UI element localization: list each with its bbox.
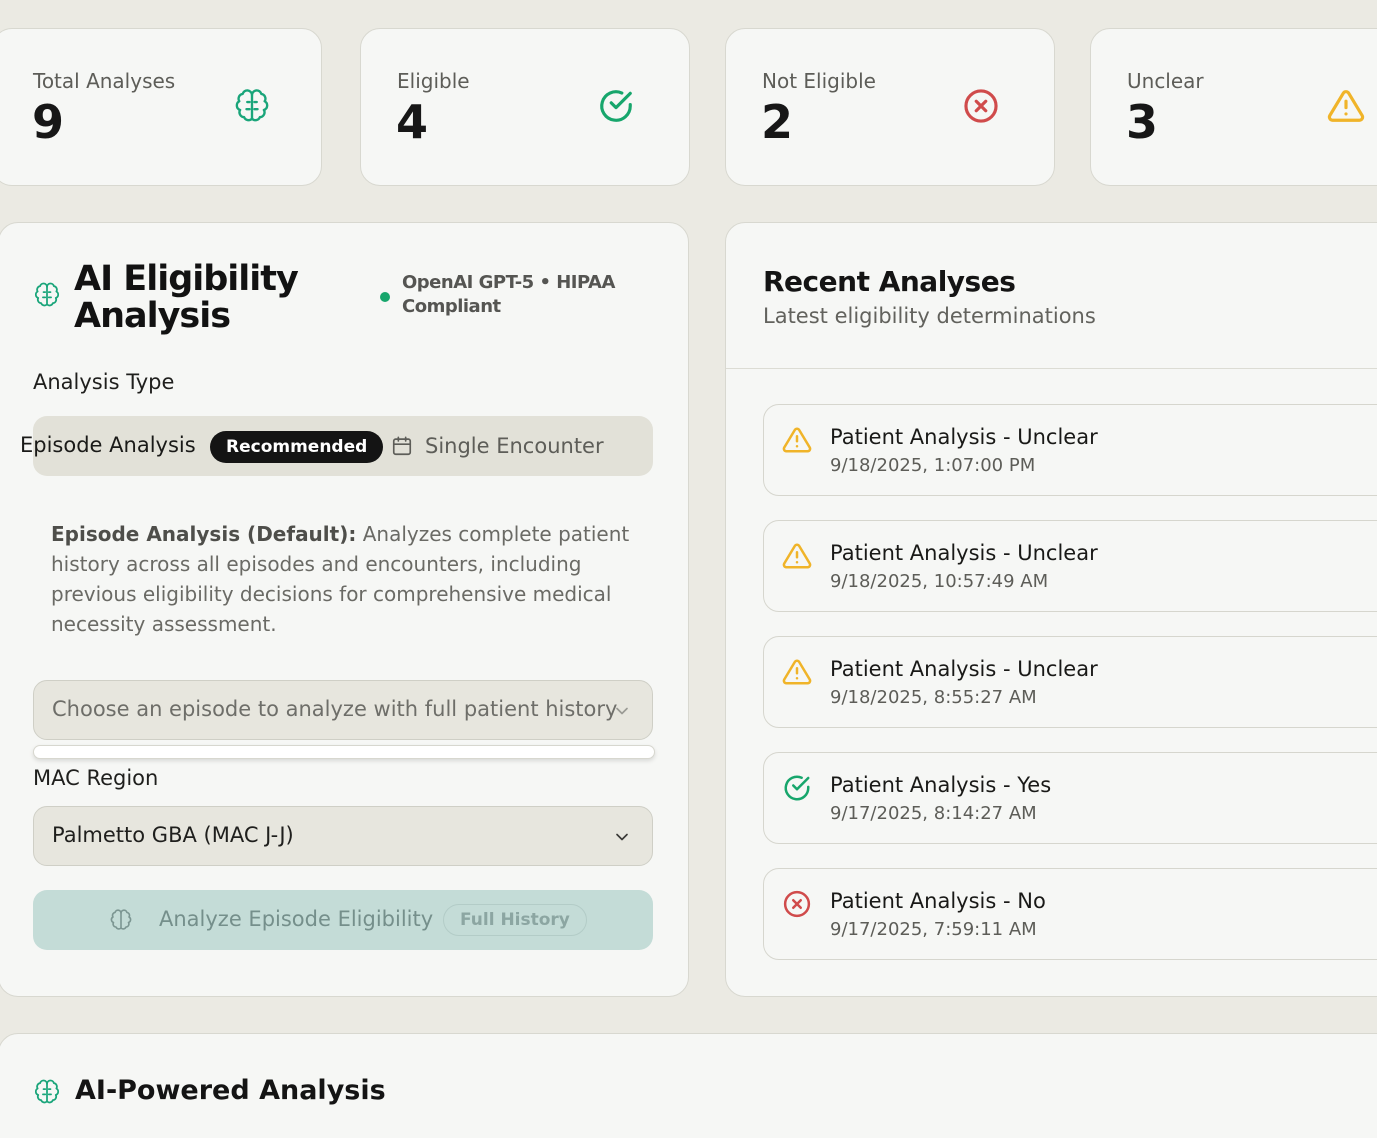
- analyze-button-label: Analyze Episode Eligibility: [159, 907, 434, 931]
- mac-region-value: Palmetto GBA (MAC J-J): [52, 823, 294, 847]
- mac-region-select[interactable]: Palmetto GBA (MAC J-J): [33, 806, 653, 866]
- recent-item-title: Patient Analysis - Unclear: [830, 541, 1098, 565]
- page-title: AI Eligibility Analysis: [74, 259, 299, 336]
- recommended-badge: Recommended: [210, 431, 384, 463]
- stat-value: 2: [761, 95, 794, 149]
- recent-item-timestamp: 9/18/2025, 1:07:00 PM: [830, 455, 1036, 476]
- recent-item-timestamp: 9/18/2025, 8:55:27 AM: [830, 687, 1037, 708]
- recent-item-timestamp: 9/18/2025, 10:57:49 AM: [830, 571, 1049, 592]
- mac-region-label: MAC Region: [33, 766, 159, 790]
- warning-triangle-icon: [782, 425, 812, 455]
- brain-icon: [33, 281, 61, 309]
- analysis-type-toggle: Episode Analysis Recommended Single Enco…: [20, 416, 653, 476]
- warning-triangle-icon: [782, 657, 812, 687]
- stat-value: 4: [396, 95, 429, 149]
- brain-icon: [33, 1078, 61, 1106]
- chevron-down-icon: [616, 707, 628, 715]
- recent-analysis-item[interactable]: Patient Analysis - Unclear 9/18/2025, 8:…: [763, 636, 1377, 728]
- stat-label: Eligible: [397, 69, 470, 93]
- status-dot: [380, 292, 390, 302]
- recent-analysis-item[interactable]: Patient Analysis - Unclear 9/18/2025, 10…: [763, 520, 1377, 612]
- tab-single-label: Single Encounter: [425, 434, 604, 458]
- recent-analyses-card: Recent Analyses Latest eligibility deter…: [725, 222, 1377, 997]
- recent-item-title: Patient Analysis - Yes: [830, 773, 1052, 797]
- recent-item-title: Patient Analysis - No: [830, 889, 1046, 913]
- recent-analysis-item[interactable]: Patient Analysis - Yes 9/17/2025, 8:14:2…: [763, 752, 1377, 844]
- chevron-down-icon: [616, 833, 628, 841]
- stat-card-not-eligible: Not Eligible 2: [725, 28, 1055, 186]
- analysis-card: AI Eligibility Analysis OpenAI GPT-5 • H…: [0, 222, 689, 997]
- recent-item-timestamp: 9/17/2025, 8:14:27 AM: [830, 803, 1037, 824]
- description-bold: Episode Analysis (Default):: [51, 522, 357, 546]
- analysis-type-label: Analysis Type: [33, 370, 175, 394]
- ai-powered-analysis-title: AI-Powered Analysis: [75, 1075, 386, 1106]
- recent-item-title: Patient Analysis - Unclear: [830, 425, 1098, 449]
- episode-select-placeholder: Choose an episode to analyze with full p…: [52, 697, 618, 721]
- recent-analysis-item[interactable]: Patient Analysis - Unclear 9/18/2025, 1:…: [763, 404, 1377, 496]
- recent-analyses-title: Recent Analyses: [763, 265, 1016, 298]
- x-circle-icon: [962, 87, 1000, 125]
- stat-value: 9: [32, 95, 65, 149]
- stat-value: 3: [1126, 95, 1159, 149]
- check-circle-icon: [782, 773, 812, 803]
- model-status-text: OpenAI GPT-5 • HIPAA Compliant: [402, 272, 615, 317]
- tab-episode-analysis[interactable]: Episode Analysis Recommended: [20, 416, 384, 476]
- stat-card-unclear: Unclear 3: [1090, 28, 1377, 186]
- episode-dropdown-list[interactable]: [33, 745, 655, 759]
- warning-triangle-icon: [1327, 87, 1365, 125]
- stat-label: Not Eligible: [762, 69, 876, 93]
- dashboard: Total Analyses 9 Eligible 4 Not Eligible…: [0, 0, 1377, 1138]
- recent-analyses-subtitle: Latest eligibility determinations: [763, 304, 1096, 328]
- stat-label: Unclear: [1127, 69, 1204, 93]
- x-circle-icon: [782, 889, 812, 919]
- tab-single-encounter[interactable]: Single Encounter: [391, 430, 604, 462]
- analysis-description: Episode Analysis (Default): Analyzes com…: [51, 519, 636, 639]
- recent-analysis-item[interactable]: Patient Analysis - No 9/17/2025, 7:59:11…: [763, 868, 1377, 960]
- calendar-icon: [392, 436, 412, 456]
- recent-item-timestamp: 9/17/2025, 7:59:11 AM: [830, 919, 1037, 940]
- stat-card-eligible: Eligible 4: [360, 28, 690, 186]
- full-history-badge: Full History: [443, 904, 587, 936]
- brain-icon: [110, 909, 132, 930]
- tab-episode-label: Episode Analysis: [20, 433, 196, 457]
- ai-powered-analysis-card: AI-Powered Analysis: [0, 1033, 1377, 1138]
- recent-item-title: Patient Analysis - Unclear: [830, 657, 1098, 681]
- warning-triangle-icon: [782, 541, 812, 571]
- recent-analyses-header: Recent Analyses Latest eligibility deter…: [726, 223, 1377, 369]
- analyze-episode-button[interactable]: Analyze Episode Eligibility Full History: [33, 890, 653, 950]
- stat-card-total: Total Analyses 9: [0, 28, 322, 186]
- brain-icon: [233, 87, 271, 125]
- episode-select[interactable]: Choose an episode to analyze with full p…: [33, 680, 653, 740]
- check-circle-icon: [597, 87, 635, 125]
- stat-label: Total Analyses: [33, 69, 176, 93]
